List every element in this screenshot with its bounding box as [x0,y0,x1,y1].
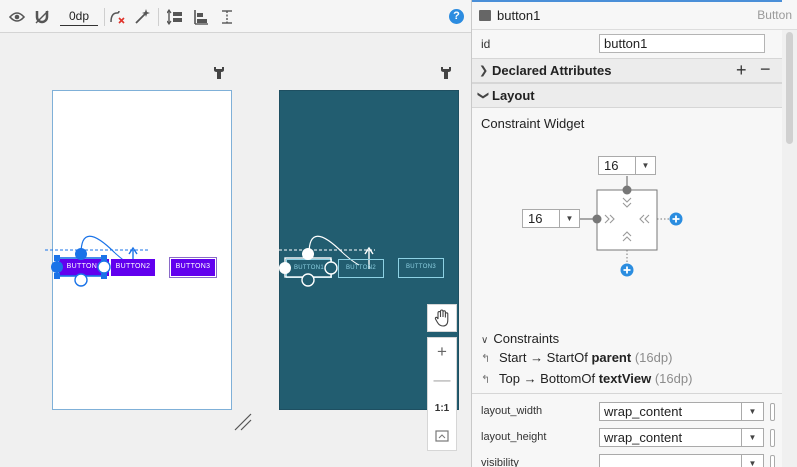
layout-title: Layout [492,88,535,103]
constraint-row[interactable]: ↰ Start → StartOf parent (16dp) [481,350,672,365]
pan-button[interactable] [427,304,457,332]
layout-height-value: wrap_content [604,430,683,445]
id-input[interactable]: button1 [599,34,765,53]
constraint-link-icon: ↰ [481,353,491,365]
attributes-panel: button1 Button id button1 ❯ Declared Att… [472,0,797,467]
toolbar-separator [158,8,159,26]
align-icon[interactable] [192,7,210,27]
visibility-label: visibility [481,457,519,467]
pack-icon[interactable] [166,7,184,27]
constraint-link-icon: ↰ [481,374,491,386]
attributes-header: button1 Button [472,2,797,30]
constraint-widget-label: Constraint Widget [481,116,585,131]
visibility-row: visibility ▼ [472,451,782,467]
remove-attribute-button[interactable]: − [760,59,771,80]
widget-name: button1 [497,8,541,23]
button3-widget[interactable]: BUTTON3 [169,257,217,278]
constraints-title: Constraints [493,331,560,346]
constraint-target: textView [598,371,652,386]
button-widget-icon [479,10,491,21]
design-surface[interactable]: 0dp ? BUTTON1 BUTTON2 BUTTON3 BUTTON1 BU… [0,0,472,467]
add-attribute-button[interactable]: + [736,60,747,81]
layout-width-value: wrap_content [604,404,683,419]
fit-screen-icon [435,430,449,442]
constraint-margin: (16dp) [631,350,673,365]
constraint-text: Start → StartOf [499,350,592,365]
chevron-down-icon[interactable]: ▼ [741,403,763,420]
resource-picker-button[interactable] [770,429,775,447]
chevron-right-icon[interactable]: ❯ [479,64,488,77]
button2-widget[interactable]: BUTTON2 [111,259,155,276]
layout-width-dropdown[interactable]: wrap_content ▼ [599,402,764,421]
design-toolbar: 0dp ? [0,0,471,33]
default-margin-field[interactable]: 0dp [60,7,98,26]
design-preview[interactable]: BUTTON1 BUTTON2 BUTTON3 [45,90,232,410]
toolbar-separator [104,8,105,26]
chevron-down-icon[interactable]: ❯ [477,91,490,100]
constraint-target: parent [591,350,632,365]
wrench-icon[interactable] [440,66,452,80]
layout-editor: 0dp ? BUTTON1 BUTTON2 BUTTON3 BUTTON1 BU… [0,0,797,467]
layout-height-label: layout_height [481,431,547,443]
wrench-icon[interactable] [213,66,225,80]
layout-section[interactable]: ❯ Layout [472,83,782,108]
constraint-text: Top → BottomOf [499,371,599,386]
zoom-actual-size-button[interactable]: 1:1 [428,394,456,422]
clear-constraints-icon[interactable] [108,7,126,27]
widget-type: Button [757,8,792,22]
layout-height-row: layout_height wrap_content ▼ [472,425,782,451]
chevron-down-icon[interactable]: ▼ [559,210,579,227]
zoom-out-button[interactable]: — [428,366,456,394]
chevron-down-icon[interactable]: ▼ [741,429,763,446]
start-margin-value: 16 [528,211,543,226]
start-margin-dropdown[interactable]: 16 ▼ [522,209,580,228]
visibility-dropdown[interactable]: ▼ [599,454,764,467]
attributes-scrollbar[interactable] [782,30,797,467]
infer-constraints-icon[interactable] [133,7,151,27]
declared-attributes-section[interactable]: ❯ Declared Attributes + − [472,58,782,83]
constraint-margin: (16dp) [651,371,693,386]
resource-picker-button[interactable] [770,403,775,421]
blueprint-button3[interactable]: BUTTON3 [398,258,444,278]
guidelines-icon[interactable] [218,7,236,27]
zoom-in-button[interactable]: + [428,338,456,366]
eye-icon[interactable] [8,7,26,27]
zoom-group: + — 1:1 [427,337,457,451]
chevron-down-icon[interactable]: ∨ [481,335,488,346]
help-icon[interactable]: ? [449,9,464,24]
id-row: id button1 [472,30,782,58]
blueprint-selection-handles [279,248,338,287]
constraint-row[interactable]: ↰ Top → BottomOf textView (16dp) [481,371,692,386]
scrollbar-thumb[interactable] [786,32,793,144]
resource-picker-button[interactable] [770,455,775,467]
constraint-widget[interactable] [577,170,687,280]
layout-height-dropdown[interactable]: wrap_content ▼ [599,428,764,447]
declared-attributes-title: Declared Attributes [492,63,612,78]
layout-width-label: layout_width [481,405,543,417]
selection-handles [51,248,111,287]
resize-handle-icon[interactable] [234,413,252,431]
hand-icon [434,309,449,327]
chevron-down-icon[interactable]: ▼ [741,455,763,467]
id-label: id [481,37,491,51]
layout-width-row: layout_width wrap_content ▼ [472,399,782,425]
fit-screen-button[interactable] [428,422,456,450]
constraints-header[interactable]: ∨ Constraints [481,331,559,346]
divider [472,393,782,394]
zoom-controls: + — 1:1 [427,304,457,451]
magnet-icon[interactable] [33,7,51,27]
